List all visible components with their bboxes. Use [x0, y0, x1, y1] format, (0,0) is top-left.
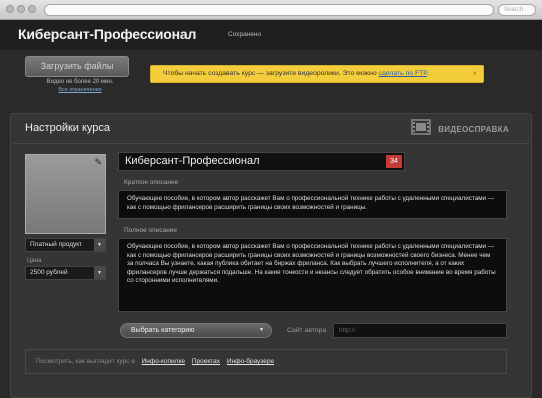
video-help-link[interactable]: ВИДЕОСПРАВКА [411, 118, 509, 140]
app-header: Киберсант-Профессионал Сохранено [0, 20, 542, 50]
preview-link-projects[interactable]: Проектах [192, 358, 220, 365]
preview-text: Посмотреть, как выглядит курс в [36, 358, 135, 365]
pencil-icon[interactable]: ✎ [94, 157, 102, 168]
product-type-value: Платный продукт [30, 241, 83, 248]
preview-link-infobrowser[interactable]: Инфо-браузере [227, 358, 274, 365]
chevron-down-icon: ▼ [94, 239, 105, 251]
film-icon [411, 118, 431, 140]
category-select[interactable]: Выбрать категорию ▼ [120, 323, 272, 338]
price-select[interactable]: 2500 рублей ▼ [25, 266, 106, 280]
address-bar[interactable] [44, 4, 494, 16]
course-cover-image[interactable]: ✎ [25, 154, 106, 234]
char-count-badge: 34 [386, 155, 402, 168]
notice-tail: . [426, 70, 429, 77]
ftp-link[interactable]: сделать по FTP [379, 70, 427, 77]
full-description-input[interactable]: Обучающее пособие, в котором автор расск… [118, 238, 507, 312]
page-title: Киберсант-Профессионал [18, 26, 197, 42]
notice-text: Чтобы начать создавать курс — загрузите … [163, 70, 379, 77]
upload-notice: Чтобы начать создавать курс — загрузите … [150, 65, 484, 83]
category-select-label: Выбрать категорию [131, 327, 195, 334]
browser-search-field[interactable]: Search [498, 4, 536, 16]
divider [13, 143, 529, 144]
minimize-window-icon[interactable] [17, 5, 25, 13]
author-site-input[interactable] [333, 323, 507, 338]
save-status: Сохранено [228, 31, 262, 38]
course-settings-panel: Настройки курса ВИДЕОСПРАВКА ✎ Платный п… [10, 113, 532, 398]
close-window-icon[interactable] [6, 5, 14, 13]
chevron-down-icon: ▼ [259, 327, 264, 333]
price-label: Цена [27, 258, 42, 264]
all-limits-link[interactable]: Все ограничения [28, 87, 132, 93]
close-icon[interactable]: × [472, 66, 477, 82]
full-description-label: Полное описание [124, 227, 178, 234]
product-type-select[interactable]: Платный продукт ▼ [25, 238, 106, 252]
author-site-label: Сайт автора [287, 327, 327, 334]
browser-toolbar: Search [0, 0, 542, 20]
course-title-input[interactable]: Киберсант-Профессионал 34 [118, 152, 405, 171]
course-title-value: Киберсант-Профессионал [125, 155, 260, 167]
preview-bar: Посмотреть, как выглядит курс в Инфо-коп… [25, 349, 507, 374]
upload-files-button[interactable]: Загрузить файлы [25, 56, 129, 77]
short-description-label: Краткое описание [124, 179, 179, 186]
chevron-down-icon: ▼ [94, 267, 105, 279]
preview-link-infokopilka[interactable]: Инфо-копилке [142, 358, 185, 365]
maximize-window-icon[interactable] [28, 5, 36, 13]
short-description-input[interactable]: Обучающее пособие, в котором автор расск… [118, 190, 507, 219]
price-value: 2500 рублей [30, 269, 68, 276]
section-title: Настройки курса [25, 122, 111, 134]
video-help-label: ВИДЕОСПРАВКА [438, 124, 509, 134]
upload-limit-note: Видео не более 20 мин. [46, 79, 114, 85]
